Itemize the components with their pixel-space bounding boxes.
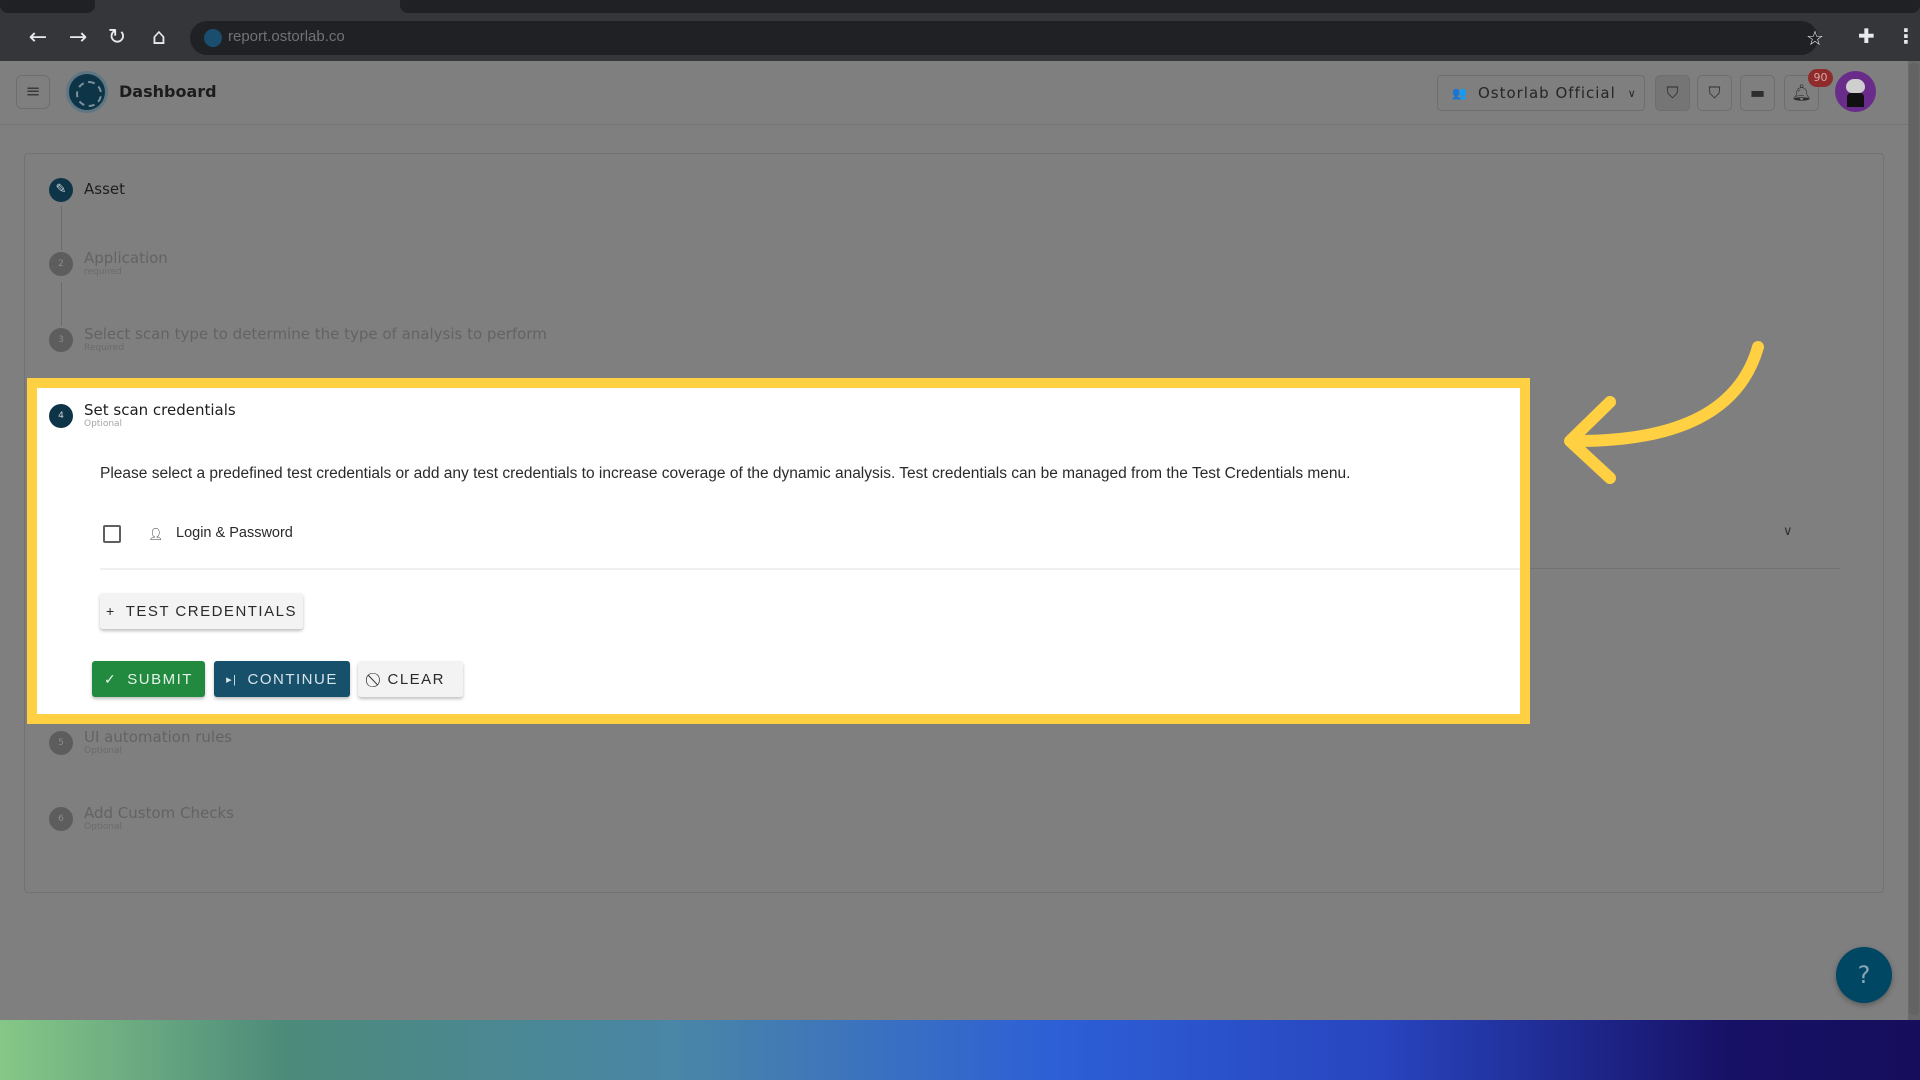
step-6-number: 6 <box>49 807 73 831</box>
address-bar[interactable] <box>190 21 1818 55</box>
step-6-sublabel: Optional <box>84 822 123 832</box>
ostorlab-logo[interactable] <box>66 71 108 113</box>
skip-next-icon: ▸| <box>226 673 238 686</box>
organization-name: Ostorlab Official <box>1477 84 1616 102</box>
home-icon[interactable]: ⌂ <box>145 24 173 52</box>
add-test-credentials-button[interactable]: + TEST CREDENTIALS <box>100 593 303 629</box>
user-avatar[interactable] <box>1835 71 1876 112</box>
step-3-number: 3 <box>49 328 73 352</box>
organization-selector[interactable]: 👥 Ostorlab Official ∨ <box>1437 75 1645 111</box>
step-2-sublabel: required <box>84 267 122 277</box>
kebab-menu-icon[interactable]: ⋮ <box>1896 24 1916 48</box>
site-favicon-icon <box>204 29 222 47</box>
step-connector <box>61 282 62 326</box>
arrow-left-icon[interactable]: ← <box>24 24 52 52</box>
step-4-number: 4 <box>49 404 73 428</box>
ticket-icon[interactable]: ▬ <box>1740 75 1775 111</box>
step-4-label[interactable]: Set scan credentials <box>84 401 236 419</box>
step-5-number: 5 <box>49 731 73 755</box>
group-icon: 👥 <box>1452 86 1468 100</box>
hamburger-menu-icon[interactable]: ≡ <box>16 75 50 109</box>
pencil-icon[interactable]: ✎ <box>49 178 73 202</box>
credentials-description: Please select a predefined test credenti… <box>100 465 1351 482</box>
step-connector <box>61 206 62 250</box>
add-test-credentials-label: TEST CREDENTIALS <box>125 602 297 620</box>
annotation-arrow-icon <box>1564 341 1764 484</box>
divider <box>100 568 1520 570</box>
chevron-down-icon: ∨ <box>1627 86 1637 100</box>
url-text[interactable]: report.ostorlab.co <box>228 28 345 45</box>
step-6-label[interactable]: Add Custom Checks <box>84 804 234 822</box>
scrollbar-thumb[interactable] <box>1909 63 1919 1015</box>
reload-icon[interactable]: ↻ <box>103 24 131 52</box>
step-5-sublabel: Optional <box>84 746 123 756</box>
browser-tab[interactable] <box>0 0 95 13</box>
page-title: Dashboard <box>119 82 217 101</box>
step-2-number: 2 <box>49 252 73 276</box>
browser-tab[interactable] <box>400 0 1920 13</box>
step-4-sublabel: Optional <box>84 419 123 429</box>
block-icon: ⃠ <box>375 670 378 687</box>
clear-button[interactable]: ⃠ CLEAR <box>358 661 463 697</box>
submit-label: SUBMIT <box>127 670 193 688</box>
arrow-right-icon[interactable]: → <box>64 24 92 52</box>
continue-button[interactable]: ▸| CONTINUE <box>214 661 350 697</box>
check-icon: ✓ <box>104 670 118 687</box>
login-password-checkbox[interactable] <box>103 525 121 543</box>
step-3-sublabel: Required <box>84 343 125 353</box>
star-icon[interactable]: ☆ <box>1806 26 1824 50</box>
step-3-label[interactable]: Select scan type to determine the type o… <box>84 325 547 343</box>
credential-label[interactable]: Login & Password <box>176 525 293 541</box>
user-icon: 👤︎ <box>148 527 164 541</box>
plus-icon: + <box>106 603 116 619</box>
clear-label: CLEAR <box>387 670 446 688</box>
decorative-gradient-band <box>0 1020 1920 1080</box>
continue-label: CONTINUE <box>247 670 338 688</box>
new-scan-shield-icon[interactable]: ⛉ <box>1655 75 1690 111</box>
shield-icon[interactable]: ⛉ <box>1697 75 1732 111</box>
step-1-label[interactable]: Asset <box>84 180 125 198</box>
submit-button[interactable]: ✓ SUBMIT <box>92 661 205 697</box>
help-button[interactable]: ? <box>1836 947 1892 1003</box>
puzzle-icon[interactable]: ✚ <box>1858 24 1875 48</box>
step-2-label[interactable]: Application <box>84 249 168 267</box>
chevron-down-icon[interactable]: ∨ <box>1783 524 1793 539</box>
notification-badge: 90 <box>1808 69 1833 87</box>
step-5-label[interactable]: UI automation rules <box>84 728 232 746</box>
